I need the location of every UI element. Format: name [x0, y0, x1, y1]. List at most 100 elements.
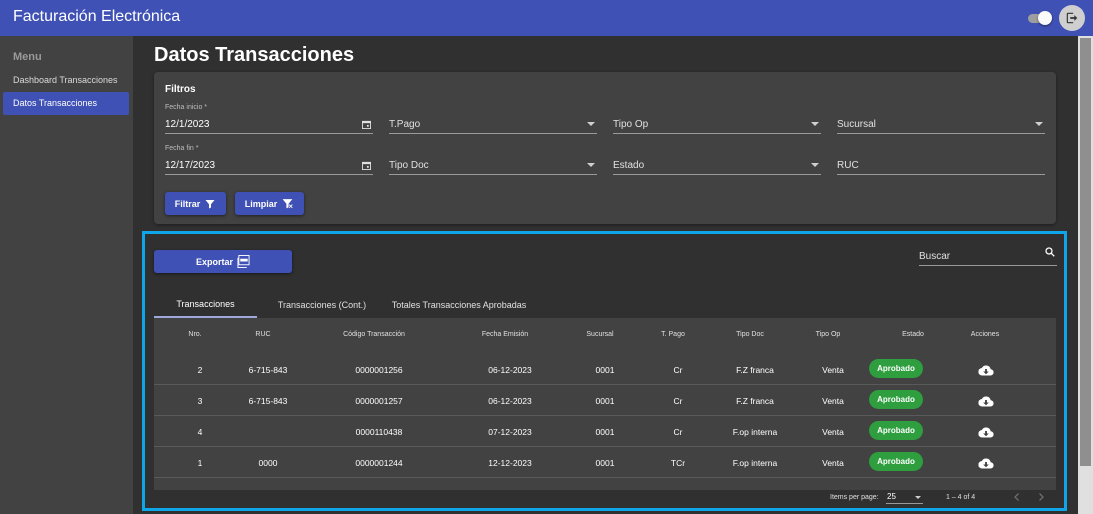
cell-fecha: 06-12-2023 [488, 365, 532, 375]
fecha-fin-label: Fecha fin * [165, 145, 199, 152]
filtrar-label: Filtrar [174, 198, 201, 209]
page-scrollbar[interactable] [1078, 36, 1093, 514]
column-header[interactable]: Estado [902, 331, 924, 338]
estado-placeholder: Estado [613, 160, 645, 171]
logout-button[interactable] [1059, 5, 1085, 31]
status-badge: Aprobado [869, 452, 923, 471]
cloud-download-icon [978, 458, 994, 469]
table-row: 1 0000 0000001244 12-12-2023 0001 TCr F.… [154, 447, 1056, 478]
page-size-select[interactable]: 25 [886, 490, 923, 504]
sidebar-item-datos-transacciones[interactable]: Datos Transacciones [3, 92, 129, 115]
sidebar-item-dashboard-transacciones[interactable]: Dashboard Transacciones [3, 69, 129, 92]
cell-tipo-op: Venta [822, 458, 844, 468]
cell-codigo: 0000001244 [355, 458, 403, 468]
chevron-down-icon [915, 496, 921, 499]
calendar-icon[interactable] [362, 120, 371, 129]
filter-icon [205, 199, 215, 208]
theme-toggle[interactable] [1028, 11, 1052, 25]
column-header[interactable]: Tipo Op [816, 331, 841, 338]
column-header[interactable]: T. Pago [661, 331, 685, 338]
cell-ruc: 0000 [258, 458, 278, 468]
page-range: 1 – 4 of 4 [946, 494, 976, 501]
cell-tipo-doc: F.Z franca [736, 396, 774, 406]
chevron-down-icon [1035, 122, 1043, 126]
cell-fecha: 12-12-2023 [488, 458, 532, 468]
results-panel: Exportar Buscar Transacciones Transaccio… [142, 231, 1067, 511]
cell-codigo: 0000110438 [355, 427, 403, 437]
cell-codigo: 0000001256 [355, 365, 403, 375]
calendar-icon[interactable] [362, 161, 371, 170]
tipo-op-placeholder: Tipo Op [613, 119, 649, 130]
cell-fecha: 06-12-2023 [488, 396, 532, 406]
column-header[interactable]: Nro. [188, 331, 201, 338]
next-page-icon[interactable] [1035, 491, 1047, 503]
download-action[interactable] [978, 456, 994, 474]
tab-transacciones[interactable]: Transacciones [154, 292, 257, 318]
previous-page-icon[interactable] [1011, 491, 1023, 503]
limpiar-label: Limpiar [244, 198, 278, 209]
cell-sucursal: 0001 [595, 427, 615, 437]
chevron-down-icon [587, 122, 595, 126]
scrollbar-thumb[interactable] [1080, 38, 1091, 466]
cell-sucursal: 0001 [595, 396, 615, 406]
cloud-download-icon [978, 365, 994, 376]
export-pdf-button[interactable]: Exportar [154, 250, 292, 273]
table-header: Nro. RUC Código Transacción Fecha Emisió… [154, 318, 1056, 352]
column-header[interactable]: Sucursal [586, 331, 613, 338]
chevron-down-icon [587, 163, 595, 167]
limpiar-button[interactable]: Limpiar [235, 192, 304, 215]
menu-heading: Menu [13, 51, 42, 63]
sucursal-placeholder: Sucursal [837, 119, 876, 130]
download-action[interactable] [978, 394, 994, 412]
export-label: Exportar [195, 256, 233, 267]
tab-transacciones-cont[interactable]: Transacciones (Cont.) [257, 292, 387, 318]
ruc-placeholder: RUC [837, 160, 859, 171]
cell-sucursal: 0001 [595, 458, 615, 468]
download-action[interactable] [978, 425, 994, 443]
cell-codigo: 0000001257 [355, 396, 403, 406]
page-size-value: 25 [887, 492, 896, 501]
cell-sucursal: 0001 [595, 365, 615, 375]
column-header[interactable]: RUC [255, 331, 270, 338]
tpago-select[interactable]: T.Pago [389, 104, 597, 134]
pdf-icon [237, 255, 250, 268]
cell-nro: 2 [197, 365, 203, 375]
column-header[interactable]: Fecha Emisión [482, 331, 528, 338]
cell-tipo-op: Venta [822, 365, 844, 375]
sucursal-select[interactable]: Sucursal [837, 104, 1045, 134]
download-action[interactable] [978, 363, 994, 381]
paginator: Items per page: 25 1 – 4 of 4 [154, 490, 1056, 508]
table-row: 2 6-715-843 0000001256 06-12-2023 0001 C… [154, 354, 1056, 385]
cell-fecha: 07-12-2023 [488, 427, 532, 437]
cell-tipo-doc: F.Z franca [736, 365, 774, 375]
cell-nro: 3 [197, 396, 203, 406]
cell-tpago: Cr [673, 365, 683, 375]
tpago-placeholder: T.Pago [389, 119, 421, 130]
fecha-inicio-value: 12/1/2023 [165, 119, 210, 130]
status-badge: Aprobado [869, 421, 923, 440]
cell-tpago: Cr [673, 396, 683, 406]
logout-icon [1066, 12, 1078, 24]
page-title: Datos Transacciones [154, 44, 355, 66]
app-title: Facturación Electrónica [13, 8, 181, 25]
tipo-doc-placeholder: Tipo Doc [389, 160, 429, 171]
search-input[interactable]: Buscar [919, 244, 1057, 266]
transactions-table: Nro. RUC Código Transacción Fecha Emisió… [154, 318, 1056, 490]
fecha-fin-field[interactable]: Fecha fin * 12/17/2023 [165, 145, 373, 175]
cell-tpago: Cr [673, 427, 683, 437]
tab-totales-aprobadas[interactable]: Totales Transacciones Aprobadas [387, 292, 531, 318]
ruc-input[interactable]: RUC [837, 145, 1045, 175]
status-badge: Aprobado [869, 359, 923, 378]
column-header: Acciones [970, 331, 1000, 338]
column-header[interactable]: Tipo Doc [736, 331, 764, 338]
top-toolbar: Facturación Electrónica [0, 0, 1093, 36]
estado-select[interactable]: Estado [613, 145, 821, 175]
search-placeholder: Buscar [919, 251, 951, 262]
column-header[interactable]: Código Transacción [343, 331, 405, 338]
filtrar-button[interactable]: Filtrar [165, 192, 226, 215]
table-row: 3 6-715-843 0000001257 06-12-2023 0001 C… [154, 385, 1056, 416]
fecha-inicio-field[interactable]: Fecha inicio * 12/1/2023 [165, 104, 373, 134]
cell-tipo-doc: F.op interna [732, 427, 778, 437]
tipo-doc-select[interactable]: Tipo Doc [389, 145, 597, 175]
tipo-op-select[interactable]: Tipo Op [613, 104, 821, 134]
